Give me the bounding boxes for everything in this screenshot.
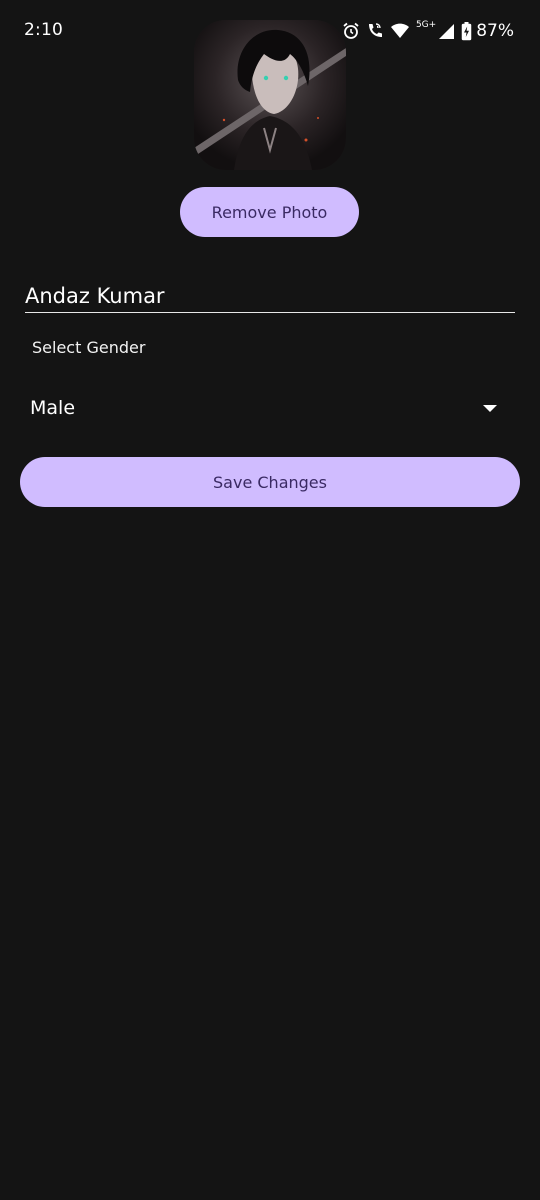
status-time: 2:10 [24,20,63,40]
select-gender-label: Select Gender [32,338,146,357]
battery-charging-icon [461,21,472,41]
wifi-calling-icon [366,22,384,40]
gender-dropdown[interactable]: Male [30,392,500,424]
remove-photo-button[interactable]: Remove Photo [180,187,359,237]
dropdown-arrow-icon [483,404,497,412]
profile-avatar[interactable] [194,20,346,170]
signal-icon [438,23,455,40]
avatar-image [194,20,346,170]
alarm-icon [342,22,360,40]
battery-percentage: 87% [476,21,514,41]
name-input[interactable]: Andaz Kumar [25,282,515,313]
wifi-icon [390,22,410,40]
save-changes-button[interactable]: Save Changes [20,457,520,507]
network-type-label: 5G+ [415,20,437,30]
status-icons: 5G+ 87% [342,19,514,43]
gender-selected-value: Male [30,397,76,419]
